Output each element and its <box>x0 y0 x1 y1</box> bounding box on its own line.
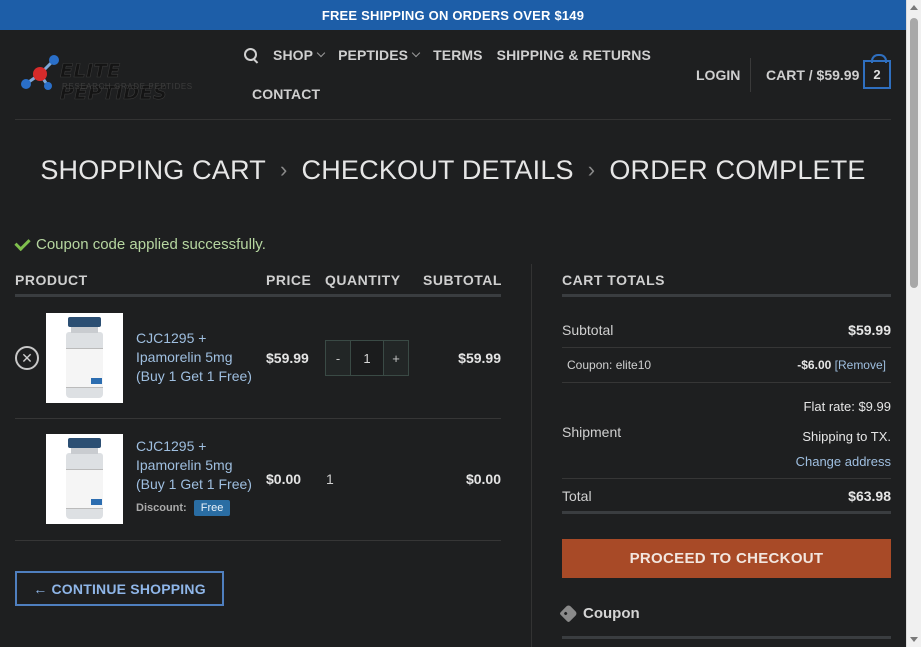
total-value: $63.98 <box>848 488 891 504</box>
coupon-heading-text: Coupon <box>583 605 640 622</box>
main-nav: SHOP PEPTIDES TERMS SHIPPING & RETURNS C… <box>243 44 665 102</box>
coupon-success-notice: Coupon code applied successfully. <box>14 234 266 253</box>
qty-plus-button[interactable]: + <box>384 341 408 375</box>
scrollbar-thumb[interactable] <box>910 18 918 288</box>
vial-tag <box>91 378 102 384</box>
th-quantity: QUANTITY <box>325 272 401 288</box>
chevron-right-icon: › <box>279 157 288 182</box>
cart-totals-header-line <box>562 294 891 297</box>
close-icon: ✕ <box>21 350 33 366</box>
qty-minus-button[interactable]: - <box>326 341 350 375</box>
coupon-value: -$6.00 <box>797 358 832 372</box>
vial-label <box>66 469 103 509</box>
table-header-line <box>15 294 501 297</box>
vial-cap <box>68 438 101 448</box>
nav-item-peptides[interactable]: PEPTIDES <box>338 47 421 63</box>
remove-item-button[interactable]: ✕ <box>15 346 39 370</box>
shipping-destination: Shipping to TX. <box>802 429 891 444</box>
coupon-section-heading: Coupon <box>559 604 640 623</box>
totals-divider <box>562 478 891 479</box>
search-icon[interactable] <box>243 47 259 63</box>
product-qty: 1 <box>326 471 334 487</box>
proceed-to-checkout-button[interactable]: PROCEED TO CHECKOUT <box>562 539 891 578</box>
site-header: ELITE PEPTIDES RESEARCH GRADE PEPTIDES S… <box>15 30 891 120</box>
qty-input[interactable]: 1 <box>350 341 384 375</box>
product-thumbnail[interactable] <box>46 434 123 524</box>
remove-coupon-link[interactable]: [Remove] <box>835 358 886 372</box>
product-name-link[interactable]: CJC1295 + Ipamorelin 5mg (Buy 1 Get 1 Fr… <box>136 437 261 494</box>
nav-label: SHOP <box>273 47 314 63</box>
vial-cap <box>68 317 101 327</box>
chevron-right-icon: › <box>587 157 596 182</box>
nav-item-shop[interactable]: SHOP <box>273 47 326 63</box>
totals-bottom-line <box>562 511 891 514</box>
vial-label <box>66 348 103 388</box>
checkout-steps: SHOPPING CART › CHECKOUT DETAILS › ORDER COM… <box>0 155 906 186</box>
free-badge: Free <box>193 500 231 516</box>
scroll-down-icon[interactable] <box>910 637 918 642</box>
product-thumbnail[interactable] <box>46 313 123 403</box>
vial-tag <box>91 499 102 505</box>
th-price: PRICE <box>266 272 312 288</box>
chevron-down-icon <box>411 48 421 58</box>
step-checkout-details[interactable]: CHECKOUT DETAILS <box>302 155 574 185</box>
cart-link[interactable]: CART / $59.99 <box>766 67 859 83</box>
free-shipping-banner: FREE SHIPPING ON ORDERS OVER $149 <box>0 0 906 30</box>
coupon-discount: -$6.00 [Remove] <box>797 358 886 372</box>
row-divider <box>15 418 501 419</box>
nav-item-contact[interactable]: CONTACT <box>252 86 320 102</box>
header-divider <box>750 58 751 92</box>
tag-icon <box>559 604 578 623</box>
flat-rate[interactable]: Flat rate: $9.99 <box>804 399 891 414</box>
row-divider <box>15 540 501 541</box>
shipment-label: Shipment <box>562 424 622 440</box>
nav-item-terms[interactable]: TERMS <box>433 47 483 63</box>
logo-tagline: RESEARCH GRADE PEPTIDES <box>62 82 193 91</box>
subtotal-value: $59.99 <box>848 322 891 338</box>
step-shopping-cart[interactable]: SHOPPING CART <box>40 155 266 185</box>
check-icon <box>14 234 31 251</box>
product-subtotal: $59.99 <box>458 350 501 366</box>
coupon-line <box>562 636 891 639</box>
continue-shopping-button[interactable]: ← CONTINUE SHOPPING <box>15 571 224 606</box>
nav-label: PEPTIDES <box>338 47 409 63</box>
banner-text: FREE SHIPPING ON ORDERS OVER $149 <box>321 7 585 23</box>
cart-totals-title: CART TOTALS <box>562 272 665 288</box>
product-price: $0.00 <box>266 471 302 487</box>
cart-count-badge[interactable]: 2 <box>863 54 891 89</box>
discount-info: Discount: Free <box>136 500 231 516</box>
site-logo[interactable]: ELITE PEPTIDES RESEARCH GRADE PEPTIDES <box>18 52 218 104</box>
page-scrollbar[interactable] <box>906 0 921 647</box>
molecule-logo-icon <box>21 55 59 90</box>
discount-label: Discount: <box>136 502 187 514</box>
scroll-up-icon[interactable] <box>910 5 918 10</box>
totals-divider <box>562 382 891 383</box>
product-price: $59.99 <box>266 350 309 366</box>
vial-neck <box>71 447 98 454</box>
change-address-link[interactable]: Change address <box>796 454 891 469</box>
total-label: Total <box>562 488 592 504</box>
step-order-complete: ORDER COMPLETE <box>609 155 866 185</box>
th-subtotal: SUBTOTAL <box>423 272 502 288</box>
quantity-stepper: - 1 + <box>325 340 409 376</box>
notice-text: Coupon code applied successfully. <box>36 236 266 253</box>
nav-item-shipping-returns[interactable]: SHIPPING & RETURNS <box>497 47 651 63</box>
login-link[interactable]: LOGIN <box>696 67 740 83</box>
product-subtotal: $0.00 <box>465 471 501 487</box>
chevron-down-icon <box>316 48 326 58</box>
totals-divider <box>562 347 891 348</box>
product-name-link[interactable]: CJC1295 + Ipamorelin 5mg (Buy 1 Get 1 Fr… <box>136 329 261 386</box>
th-product: PRODUCT <box>15 272 88 288</box>
cart-count: 2 <box>873 67 881 82</box>
column-divider <box>531 264 532 647</box>
coupon-label: Coupon: elite10 <box>567 358 652 372</box>
subtotal-label: Subtotal <box>562 322 614 338</box>
vial-neck <box>71 326 98 333</box>
